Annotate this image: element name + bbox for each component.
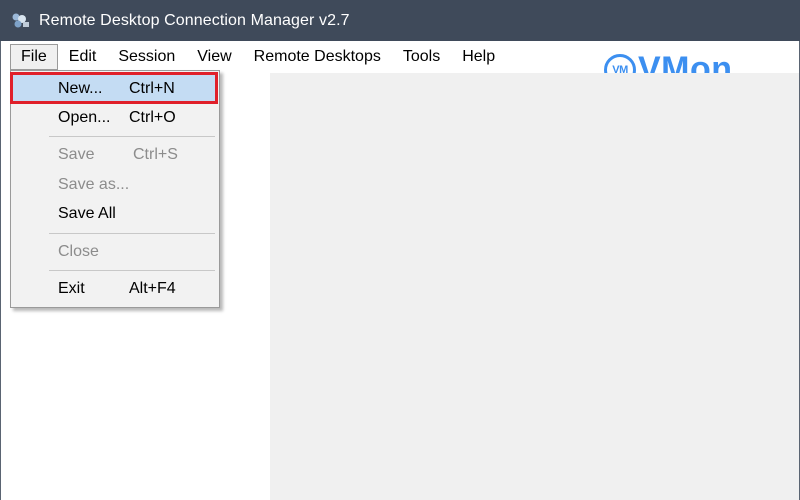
file-menu-save-label: Save	[58, 146, 95, 163]
file-menu-save-as-label: Save as...	[58, 176, 130, 193]
client-area-pane[interactable]	[270, 73, 800, 500]
menu-tools[interactable]: Tools	[392, 44, 451, 70]
file-menu-dropdown: New... Ctrl+N Open... Ctrl+O Save Ctrl+S…	[10, 70, 220, 308]
file-menu-close[interactable]: Close	[13, 238, 217, 266]
menu-file[interactable]: File	[10, 44, 58, 70]
app-window: Remote Desktop Connection Manager v2.7 F…	[0, 0, 800, 500]
file-menu-save-all[interactable]: Save All	[13, 200, 217, 228]
file-menu-close-label: Close	[58, 243, 99, 260]
menu-view[interactable]: View	[186, 44, 242, 70]
file-menu-open-shortcut: Ctrl+O	[129, 109, 176, 126]
file-menu-save-all-label: Save All	[58, 205, 116, 222]
file-menu-exit-shortcut: Alt+F4	[129, 280, 176, 297]
file-menu-save[interactable]: Save Ctrl+S	[13, 141, 217, 169]
menu-remote-desktops[interactable]: Remote Desktops	[243, 44, 392, 70]
file-menu-save-as[interactable]: Save as...	[13, 171, 217, 199]
window-border-left	[0, 41, 1, 500]
file-menu-new-shortcut: Ctrl+N	[129, 80, 175, 97]
menu-separator	[49, 270, 215, 271]
menu-session[interactable]: Session	[107, 44, 186, 70]
menu-edit[interactable]: Edit	[58, 44, 108, 70]
file-menu-open[interactable]: Open... Ctrl+O	[13, 104, 217, 132]
file-menu-open-label: Open...	[58, 109, 111, 126]
file-menu-exit[interactable]: Exit Alt+F4	[13, 275, 217, 303]
file-menu-save-shortcut: Ctrl+S	[133, 146, 178, 163]
menu-separator	[49, 233, 215, 234]
file-menu-new-label: New...	[58, 80, 103, 97]
menu-separator	[49, 136, 215, 137]
menu-help[interactable]: Help	[451, 44, 506, 70]
file-menu-new[interactable]: New... Ctrl+N	[13, 75, 217, 103]
rdcman-app-icon	[11, 12, 31, 30]
file-menu-exit-label: Exit	[58, 280, 85, 297]
title-bar[interactable]: Remote Desktop Connection Manager v2.7	[0, 0, 800, 41]
window-title: Remote Desktop Connection Manager v2.7	[39, 11, 350, 29]
